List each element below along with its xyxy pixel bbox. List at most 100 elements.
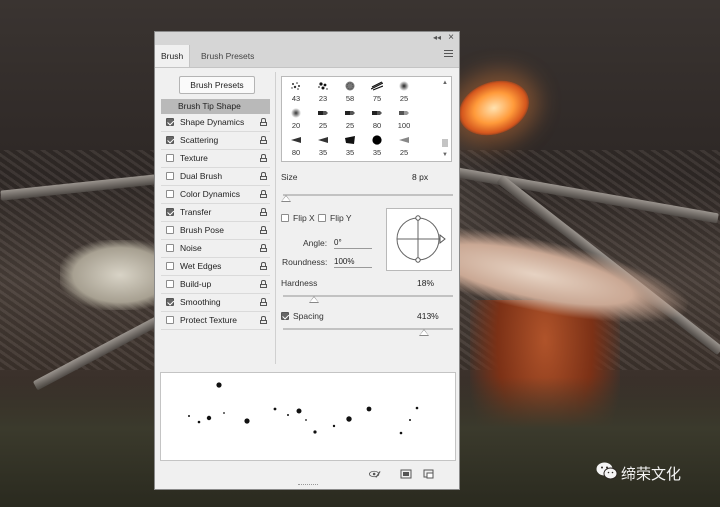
brush-tip[interactable]: 100 (392, 106, 416, 133)
panel-menu-icon[interactable] (444, 50, 453, 59)
brush-tip[interactable]: 75 (365, 79, 389, 106)
option-checkbox[interactable] (166, 154, 174, 162)
brush-tip[interactable]: 43 (284, 79, 308, 106)
brush-tip[interactable]: 80 (284, 133, 308, 160)
brush-tip-size: 25 (399, 94, 409, 103)
brush-tip[interactable]: 25 (392, 79, 416, 106)
option-wet-edges[interactable]: Wet Edges (161, 258, 270, 276)
lock-icon[interactable] (259, 208, 267, 216)
scroll-down-icon[interactable]: ▼ (441, 151, 449, 159)
tip-scrollbar[interactable]: ▲ ▼ (441, 79, 449, 159)
collapse-icon[interactable]: ◂◂ (433, 33, 441, 42)
spacing-value[interactable]: 413% (417, 311, 439, 321)
option-shape-dynamics[interactable]: Shape Dynamics (161, 114, 270, 132)
option-texture[interactable]: Texture (161, 150, 270, 168)
spacing-checkbox[interactable] (281, 312, 289, 320)
lock-icon[interactable] (259, 154, 267, 162)
chisel-brush-icon (317, 108, 329, 118)
watermark-text: 缔荣文化 (621, 465, 682, 483)
scroll-thumb[interactable] (442, 139, 448, 147)
hardness-slider-knob[interactable] (308, 296, 319, 303)
option-brush-pose[interactable]: Brush Pose (161, 222, 270, 240)
option-checkbox[interactable] (166, 208, 174, 216)
brush-tip[interactable]: 20 (284, 106, 308, 133)
option-checkbox[interactable] (166, 298, 174, 306)
option-label: Smoothing (180, 297, 221, 307)
hardness-value[interactable]: 18% (417, 278, 434, 288)
lock-icon[interactable] (259, 172, 267, 180)
option-color-dynamics[interactable]: Color Dynamics (161, 186, 270, 204)
brush-tip-size: 25 (345, 121, 355, 130)
option-checkbox[interactable] (166, 118, 174, 126)
brush-tip[interactable]: 25 (311, 106, 335, 133)
lock-icon[interactable] (259, 262, 267, 270)
lock-icon[interactable] (259, 280, 267, 288)
scroll-up-icon[interactable]: ▲ (441, 79, 449, 87)
angle-label: Angle: (303, 238, 328, 248)
angle-roundness-dial[interactable] (386, 208, 452, 271)
option-protect-texture[interactable]: Protect Texture (161, 312, 270, 330)
option-noise[interactable]: Noise (161, 240, 270, 258)
lock-icon[interactable] (259, 226, 267, 234)
option-checkbox[interactable] (166, 280, 174, 288)
brush-tip[interactable]: 35 (365, 133, 389, 160)
brush-tip[interactable]: 25 (338, 106, 362, 133)
lock-icon[interactable] (259, 244, 267, 252)
new-preset-icon[interactable] (400, 469, 412, 479)
brush-tip[interactable]: 25 (392, 133, 416, 160)
option-checkbox[interactable] (166, 172, 174, 180)
angle-input[interactable]: 0° (334, 237, 372, 249)
flip-y-checkbox[interactable] (318, 214, 326, 222)
resize-grip[interactable] (298, 484, 318, 488)
brush-tip-size: 80 (372, 121, 382, 130)
brush-tip-size: 80 (291, 148, 301, 157)
lock-icon[interactable] (259, 316, 267, 324)
glowing-butterfly (451, 71, 537, 145)
brush-panel: ◂◂ × Brush Brush Presets Brush Presets B… (154, 31, 460, 490)
panel-tabs: Brush Brush Presets (155, 45, 459, 68)
flip-x-checkbox[interactable] (281, 214, 289, 222)
option-checkbox[interactable] (166, 226, 174, 234)
option-smoothing[interactable]: Smoothing (161, 294, 270, 312)
option-build-up[interactable]: Build-up (161, 276, 270, 294)
lock-icon[interactable] (259, 118, 267, 126)
spacing-slider-knob[interactable] (419, 329, 430, 336)
option-dual-brush[interactable]: Dual Brush (161, 168, 270, 186)
brush-tip[interactable]: 23 (311, 79, 335, 106)
tab-brush-presets[interactable]: Brush Presets (195, 45, 260, 67)
brush-presets-button[interactable]: Brush Presets (179, 76, 255, 94)
option-transfer[interactable]: Transfer (161, 204, 270, 222)
lock-icon[interactable] (259, 190, 267, 198)
option-label: Transfer (180, 207, 212, 217)
create-brush-icon[interactable] (423, 469, 435, 479)
size-slider[interactable] (283, 194, 453, 196)
option-label: Protect Texture (180, 315, 238, 325)
size-slider-knob[interactable] (281, 195, 292, 202)
brush-tip[interactable]: 80 (365, 106, 389, 133)
brush-tip[interactable]: 35 (338, 133, 362, 160)
option-label: Shape Dynamics (180, 117, 245, 127)
size-value[interactable]: 8 px (412, 172, 428, 182)
option-scattering[interactable]: Scattering (161, 132, 270, 150)
option-checkbox[interactable] (166, 244, 174, 252)
close-icon[interactable]: × (448, 32, 454, 43)
hardness-label: Hardness (281, 278, 318, 288)
lock-icon[interactable] (259, 136, 267, 144)
lock-icon[interactable] (259, 298, 267, 306)
option-checkbox[interactable] (166, 262, 174, 270)
stroke-preview-dots (188, 382, 419, 435)
eye-brush-icon[interactable] (369, 469, 381, 479)
crosshair-dial-icon[interactable] (387, 209, 451, 270)
option-checkbox[interactable] (166, 316, 174, 324)
option-checkbox[interactable] (166, 136, 174, 144)
brush-tip-grid: 43 23 58 75 25 20 25 25 80 100 80 35 35 35 25 ▲ ▼ (281, 76, 452, 162)
size-label: Size (281, 172, 298, 182)
splatter-dark-brush-icon (317, 81, 329, 91)
brush-tip-size: 23 (318, 94, 328, 103)
tab-brush[interactable]: Brush (155, 45, 191, 67)
option-brush-tip-shape[interactable]: Brush Tip Shape (161, 99, 270, 114)
roundness-input[interactable]: 100% (334, 256, 372, 268)
brush-tip[interactable]: 58 (338, 79, 362, 106)
brush-tip[interactable]: 35 (311, 133, 335, 160)
option-checkbox[interactable] (166, 190, 174, 198)
